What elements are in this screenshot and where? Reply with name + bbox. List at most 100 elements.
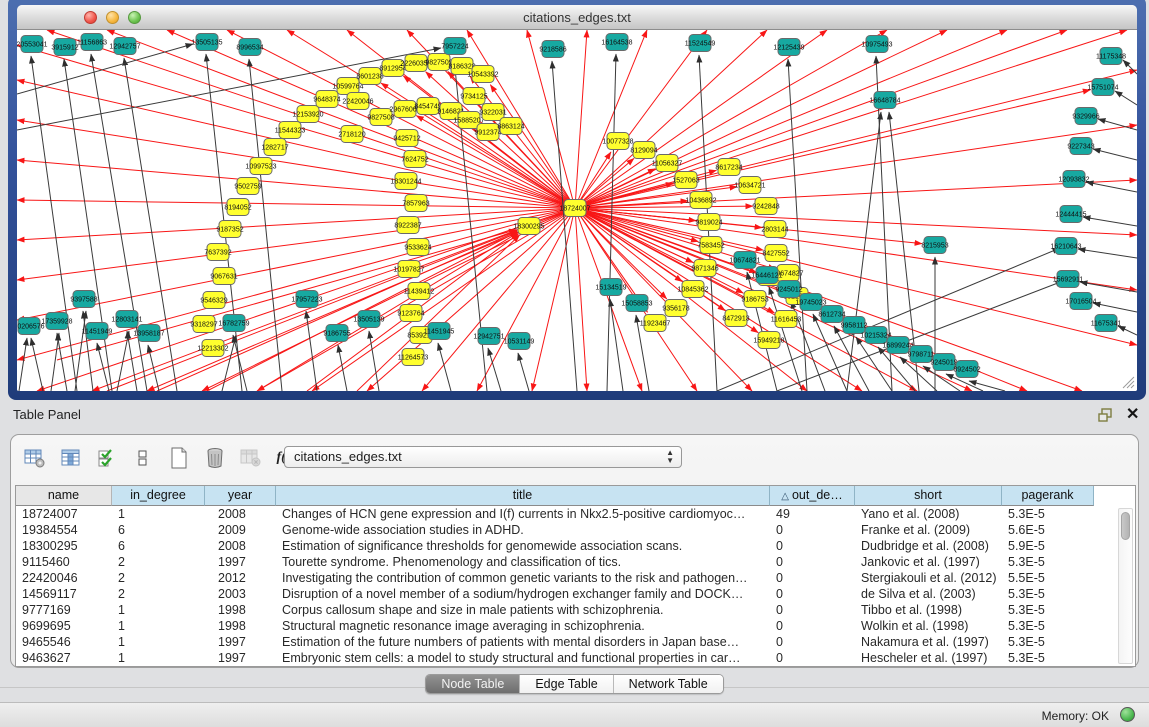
- graph-node[interactable]: 22420046: [342, 93, 373, 110]
- table-cell[interactable]: 5.3E-5: [1002, 650, 1094, 666]
- graph-node-hub[interactable]: 18724007: [559, 200, 590, 217]
- graph-node[interactable]: 12093832: [1058, 171, 1089, 188]
- graph-node[interactable]: 7583452: [697, 237, 724, 254]
- graph-node[interactable]: 13505139: [353, 311, 384, 328]
- table-cell[interactable]: 0: [770, 618, 855, 634]
- table-cell[interactable]: 0: [770, 538, 855, 554]
- table-cell[interactable]: Tourette syndrome. Phenomenology and cla…: [276, 554, 770, 570]
- graph-node[interactable]: 12444415: [1055, 206, 1086, 223]
- graph-node[interactable]: 8194052: [224, 199, 251, 216]
- window-titlebar[interactable]: citations_edges.txt: [17, 5, 1137, 30]
- graph-node[interactable]: 10674821: [729, 252, 760, 269]
- graph-node[interactable]: 9218586: [539, 41, 566, 58]
- table-cell[interactable]: 0: [770, 586, 855, 602]
- graph-node[interactable]: 11451949: [82, 323, 113, 340]
- table-cell[interactable]: 18300295: [16, 538, 112, 554]
- graph-node[interactable]: 9329966: [1072, 108, 1099, 125]
- graph-node[interactable]: 13958187: [133, 325, 164, 342]
- column-header-in_degree[interactable]: in_degree: [112, 486, 205, 506]
- table-cell[interactable]: 1998: [205, 602, 276, 618]
- table-cell[interactable]: Tibbo et al. (1998): [855, 602, 1002, 618]
- table-cell[interactable]: 2012: [205, 570, 276, 586]
- graph-node[interactable]: 10634721: [734, 177, 765, 194]
- graph-node[interactable]: 9186753: [741, 291, 768, 308]
- table-row[interactable]: 946362711997Embryonic stem cells: a mode…: [16, 650, 1135, 666]
- table-cell[interactable]: 2: [112, 586, 205, 602]
- graph-node[interactable]: 9502759: [234, 178, 261, 195]
- table-cell[interactable]: 5.9E-5: [1002, 538, 1094, 554]
- tab-node-table[interactable]: Node Table: [426, 675, 520, 693]
- graph-node[interactable]: 16164538: [601, 34, 632, 51]
- graph-node[interactable]: 11451945: [424, 323, 455, 340]
- graph-node[interactable]: 1527063: [672, 172, 699, 189]
- column-header-out_de[interactable]: △out_de…: [770, 486, 855, 506]
- graph-node[interactable]: 9546329: [200, 292, 227, 309]
- table-cell[interactable]: 1: [112, 602, 205, 618]
- graph-node[interactable]: 9318297: [190, 316, 217, 333]
- table-cell[interactable]: 5.3E-5: [1002, 602, 1094, 618]
- graph-node[interactable]: 11923467: [640, 315, 671, 332]
- column-header-year[interactable]: year: [205, 486, 276, 506]
- graph-node[interactable]: 9245012: [775, 281, 802, 298]
- graph-node[interactable]: 10975493: [861, 36, 892, 53]
- table-cell[interactable]: 49: [770, 506, 855, 522]
- table-row[interactable]: 911546021997Tourette syndrome. Phenomeno…: [16, 554, 1135, 570]
- graph-node[interactable]: 9734125: [460, 88, 487, 105]
- table-cell[interactable]: 9777169: [16, 602, 112, 618]
- tab-network-table[interactable]: Network Table: [614, 675, 723, 693]
- table-cell[interactable]: 9463627: [16, 650, 112, 666]
- table-cell[interactable]: 0: [770, 554, 855, 570]
- graph-node[interactable]: 2718120: [338, 126, 365, 143]
- graph-node[interactable]: 16782759: [218, 315, 249, 332]
- table-cell[interactable]: 0: [770, 650, 855, 666]
- tab-edge-table[interactable]: Edge Table: [520, 675, 613, 693]
- column-header-pagerank[interactable]: pagerank: [1002, 486, 1094, 506]
- graph-node[interactable]: 3915912: [51, 39, 78, 56]
- graph-node[interactable]: 8617234: [715, 159, 742, 176]
- graph-node[interactable]: 8215953: [921, 237, 948, 254]
- table-cell[interactable]: Franke et al. (2009): [855, 522, 1002, 538]
- table-cell[interactable]: 2: [112, 570, 205, 586]
- graph-node[interactable]: 11544323: [275, 122, 306, 139]
- table-cell[interactable]: Nakamura et al. (1997): [855, 634, 1002, 650]
- table-cell[interactable]: Investigating the contribution of common…: [276, 570, 770, 586]
- graph-node[interactable]: 10845362: [677, 281, 708, 298]
- graph-node[interactable]: 9425712: [393, 130, 420, 147]
- graph-node[interactable]: 1282717: [261, 139, 288, 156]
- table-cell[interactable]: 5.3E-5: [1002, 618, 1094, 634]
- show-columns-icon[interactable]: [59, 446, 83, 470]
- graph-node[interactable]: 11616453: [771, 311, 802, 328]
- graph-node[interactable]: 9871346: [691, 260, 718, 277]
- table-options-icon[interactable]: [23, 446, 47, 470]
- graph-node[interactable]: 10543392: [467, 66, 498, 83]
- close-icon[interactable]: ✕: [1126, 404, 1139, 424]
- graph-node[interactable]: 9958112: [841, 317, 868, 334]
- delete-column-icon[interactable]: [203, 446, 227, 470]
- graph-node[interactable]: 11056327: [652, 155, 683, 172]
- graph-node[interactable]: 7637392: [204, 244, 231, 261]
- graph-node[interactable]: 16446121: [751, 267, 782, 284]
- table-cell[interactable]: 1: [112, 634, 205, 650]
- graph-node[interactable]: 2803144: [761, 221, 788, 238]
- table-cell[interactable]: Changes of HCN gene expression and I(f) …: [276, 506, 770, 522]
- table-cell[interactable]: 9465546: [16, 634, 112, 650]
- table-cell[interactable]: 5.3E-5: [1002, 634, 1094, 650]
- select-all-icon[interactable]: [95, 446, 119, 470]
- vertical-scrollbar[interactable]: [1118, 508, 1133, 664]
- graph-node[interactable]: 13505135: [191, 34, 222, 51]
- table-row[interactable]: 1456911722003Disruption of a novel membe…: [16, 586, 1135, 602]
- table-cell[interactable]: 5.5E-5: [1002, 570, 1094, 586]
- graph-node[interactable]: 8427552: [762, 245, 789, 262]
- table-cell[interactable]: Embryonic stem cells: a model to study s…: [276, 650, 770, 666]
- table-cell[interactable]: de Silva et al. (2003): [855, 586, 1002, 602]
- scrollbar-thumb[interactable]: [1121, 512, 1130, 540]
- table-cell[interactable]: 2: [112, 554, 205, 570]
- table-cell[interactable]: Dudbridge et al. (2008): [855, 538, 1002, 554]
- column-header-short[interactable]: short: [855, 486, 1002, 506]
- table-cell[interactable]: 2003: [205, 586, 276, 602]
- graph-node[interactable]: 9067631: [210, 268, 237, 285]
- table-cell[interactable]: 0: [770, 570, 855, 586]
- graph-node[interactable]: 8612734: [818, 306, 845, 323]
- graph-node[interactable]: 15058853: [621, 295, 652, 312]
- window-resize-grip[interactable]: [1123, 377, 1134, 388]
